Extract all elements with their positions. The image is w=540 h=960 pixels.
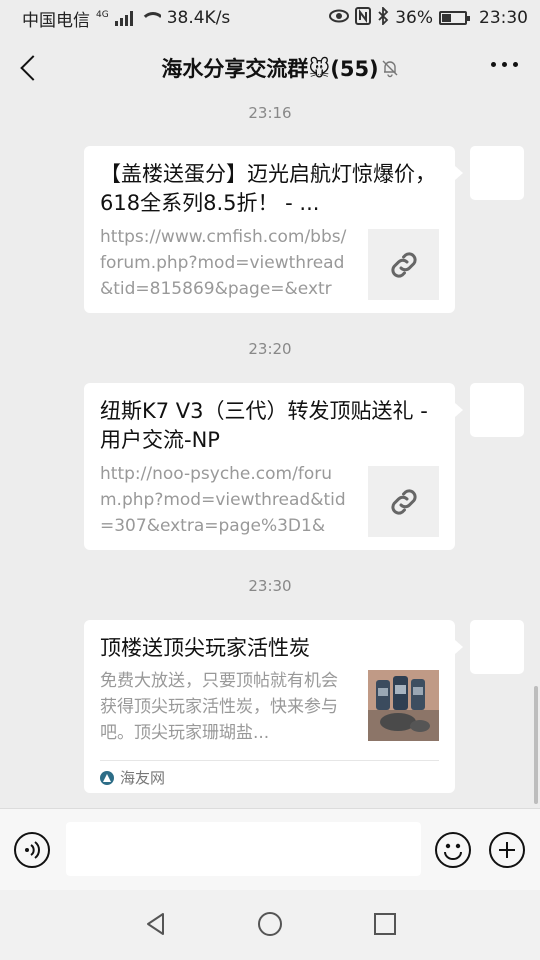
avatar[interactable] [470, 620, 524, 674]
link-card-description: 免费大放送，只要顶帖就有机会获得顶尖玩家活性炭，快来参与吧。顶尖玩家珊瑚盐... [100, 671, 338, 743]
wifi-icon [139, 10, 161, 26]
product-photo [368, 670, 439, 741]
scrollbar[interactable] [534, 686, 538, 804]
clock: 23:30 [479, 8, 528, 28]
triangle-back-icon[interactable] [144, 912, 168, 936]
link-card-message[interactable]: 纽斯K7 V3（三代）转发顶贴送礼 - 用户交流-NP http://noo-p… [84, 383, 463, 550]
source-label: 海友网 [100, 767, 165, 788]
chat-header: 海水分享交流群🐭(55) [0, 36, 540, 100]
battery-percent: 36% [395, 8, 433, 28]
network-type: 4G [96, 9, 109, 20]
status-left: 中国电信 4G 38.4K/s [22, 6, 230, 31]
message-timestamp: 23:16 [248, 104, 292, 122]
square-recent-icon[interactable] [374, 913, 396, 935]
plus-icon[interactable] [489, 832, 525, 868]
voice-icon[interactable] [14, 832, 50, 868]
link-card-title: 顶楼送顶尖玩家活性炭 [100, 636, 310, 660]
link-card-message[interactable]: 顶楼送顶尖玩家活性炭 免费大放送，只要顶帖就有机会获得顶尖玩家活性炭，快来参与吧… [84, 620, 463, 793]
status-right: 36% 23:30 [329, 5, 528, 30]
back-arrow-icon[interactable] [16, 54, 44, 82]
link-card-description: http://noo-psyche.com/forum.php?mod=view… [100, 464, 346, 536]
eye-icon [329, 8, 350, 28]
system-nav-bar [0, 890, 540, 960]
link-card-title: 【盖楼送蛋分】迈光启航灯惊爆价，618全系列8.5折！ - ... [100, 162, 436, 215]
link-card-description: https://www.cmfish.com/bbs/forum.php?mod… [100, 227, 347, 299]
source-icon [100, 770, 114, 785]
emoji-icon[interactable] [435, 832, 471, 868]
bluetooth-icon [377, 5, 389, 30]
link-icon [368, 229, 439, 300]
input-bar [0, 808, 540, 890]
source-name: 海友网 [120, 769, 166, 787]
carrier-label: 中国电信 [22, 10, 90, 31]
link-card-title: 纽斯K7 V3（三代）转发顶贴送礼 - 用户交流-NP [100, 399, 428, 452]
message-input[interactable] [66, 822, 421, 876]
link-card-message[interactable]: 【盖楼送蛋分】迈光启航灯惊爆价，618全系列8.5折！ - ... https:… [84, 146, 463, 313]
network-speed: 38.4K/s [166, 8, 231, 28]
status-bar: 中国电信 4G 38.4K/s 36% 23:30 [0, 0, 540, 36]
link-icon [368, 466, 439, 537]
source-divider [100, 760, 439, 761]
nfc-icon [355, 6, 372, 30]
signal-icon [114, 10, 133, 26]
chat-list[interactable]: 23:16 【盖楼送蛋分】迈光启航灯惊爆价，618全系列8.5折！ - ... … [0, 100, 540, 808]
circle-home-icon[interactable] [258, 912, 282, 936]
message-timestamp: 23:30 [248, 577, 292, 595]
avatar[interactable] [470, 383, 524, 437]
battery-icon [439, 11, 470, 25]
group-title: 海水分享交流群🐭(55) [161, 57, 379, 81]
message-timestamp: 23:20 [248, 340, 292, 358]
more-dots-icon[interactable] [491, 62, 518, 67]
bell-off-icon [380, 58, 400, 78]
avatar[interactable] [470, 146, 524, 200]
